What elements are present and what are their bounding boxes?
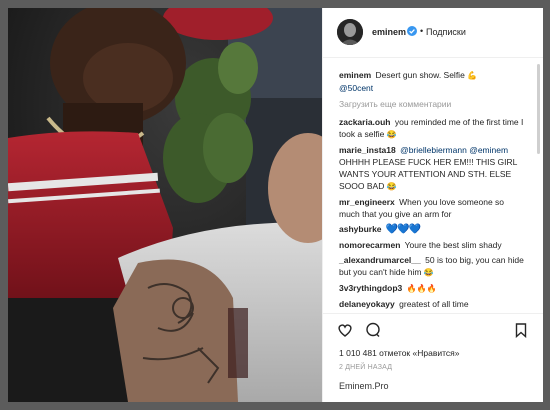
- avatar-image: [337, 19, 363, 45]
- comments-scrollbar[interactable]: [537, 64, 540, 154]
- comment-username[interactable]: delaneyokayy: [339, 299, 395, 309]
- comment-item: nomorecarmen Youre the best slim shady: [339, 239, 527, 251]
- comment-item: zackaria.ouh you reminded me of the firs…: [339, 116, 527, 141]
- post-header: eminem • Подписки: [323, 8, 543, 58]
- comment-item: marie_insta18 @briellebiermann @eminem O…: [339, 144, 527, 193]
- comment-emoji: 😂: [386, 182, 397, 191]
- post-photo[interactable]: [8, 8, 322, 402]
- caption-mention[interactable]: @50cent: [339, 83, 373, 93]
- load-more-comments-link[interactable]: Загрузить еще комментарии: [339, 98, 527, 110]
- comment-username[interactable]: zackaria.ouh: [339, 117, 391, 127]
- comment-username[interactable]: _alexandrumarcel__: [339, 255, 421, 265]
- comments-list[interactable]: eminem Desert gun show. Selfie 💪 @50cent…: [323, 58, 543, 313]
- comment-username[interactable]: mr_engineerx: [339, 197, 395, 207]
- caption-emoji: 💪: [467, 71, 478, 80]
- comment-item: delaneyokayy greatest of all time: [339, 298, 527, 310]
- comment-item: ashyburke 💙💙💙: [339, 223, 527, 236]
- selfie-image: [8, 8, 322, 402]
- comment-text: OHHHH PLEASE FUCK HER EM!!! THIS GIRL WA…: [339, 157, 518, 191]
- comment-emoji: 💙💙💙: [385, 224, 421, 235]
- comment-item: _alexandrumarcel__ 50 is too big, you ca…: [339, 254, 527, 279]
- comment-username[interactable]: 3v3rythingdop3: [339, 283, 402, 293]
- bookmark-icon[interactable]: [513, 322, 529, 338]
- comment-username[interactable]: ashyburke: [339, 224, 382, 234]
- verified-badge-icon: [407, 26, 417, 36]
- comment-text: greatest of all time: [399, 299, 469, 309]
- comment-mention[interactable]: @eminem: [469, 145, 508, 155]
- header-separator: •: [420, 26, 424, 36]
- caption-text: Desert gun show. Selfie: [375, 70, 465, 80]
- comment-item: mr_engineerx When you love someone so mu…: [339, 196, 527, 220]
- header-username[interactable]: eminem: [372, 27, 406, 37]
- comment-username[interactable]: nomorecarmen: [339, 240, 400, 250]
- comment-emoji: 😂: [423, 268, 434, 277]
- comment-text: Youre the best slim shady: [404, 240, 502, 250]
- post-side-panel: eminem • Подписки eminem Desert gun show…: [322, 8, 543, 402]
- post-timestamp: 2 ДНЕЙ НАЗАД: [339, 364, 393, 371]
- watermark-text: Eminem.Pro: [339, 381, 389, 391]
- following-button[interactable]: Подписки: [426, 27, 466, 37]
- comment-mention[interactable]: @briellebiermann: [400, 145, 467, 155]
- comment-icon[interactable]: [365, 322, 381, 338]
- likes-count[interactable]: 1 010 481 отметок «Нравится»: [339, 348, 459, 358]
- caption-username[interactable]: eminem: [339, 70, 371, 80]
- comment-username[interactable]: marie_insta18: [339, 145, 396, 155]
- comment-emoji: 🔥🔥🔥: [406, 284, 437, 293]
- comment-emoji: 😂: [386, 130, 397, 139]
- avatar[interactable]: [337, 19, 363, 45]
- action-bar: [323, 313, 543, 343]
- comment-item: 3v3rythingdop3 🔥🔥🔥: [339, 282, 527, 295]
- caption: eminem Desert gun show. Selfie 💪 @50cent: [339, 69, 527, 94]
- heart-icon[interactable]: [337, 322, 353, 338]
